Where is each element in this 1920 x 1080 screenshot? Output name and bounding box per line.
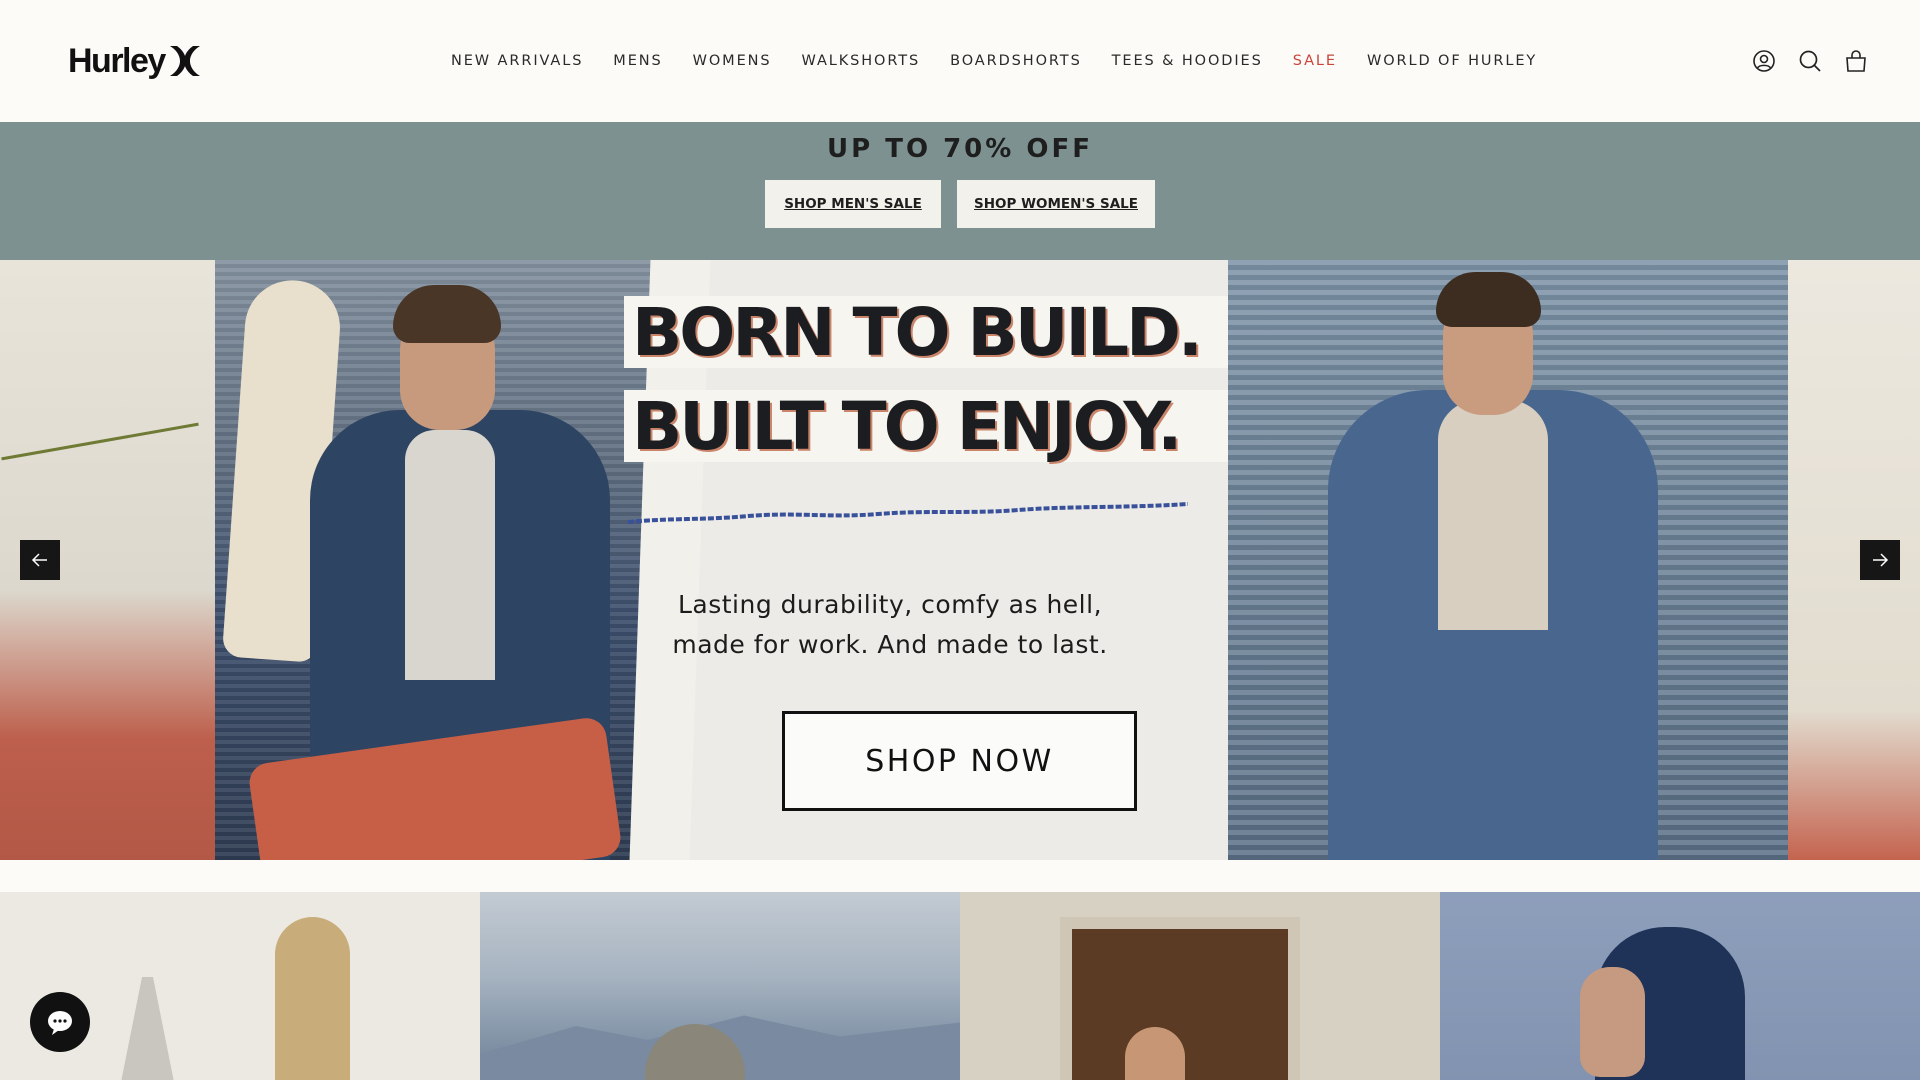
cart-icon[interactable] bbox=[1844, 49, 1868, 73]
promo-buttons: SHOP MEN'S SALE SHOP WOMEN'S SALE bbox=[0, 180, 1920, 228]
hero-photo-man-by-shutter bbox=[1228, 260, 1788, 860]
hero-headline-1: BORN TO BUILD. bbox=[624, 296, 1294, 368]
hero-copy-line-2: made for work. And made to last. bbox=[672, 630, 1108, 659]
account-icon[interactable] bbox=[1752, 49, 1776, 73]
shop-now-button[interactable]: SHOP NOW bbox=[782, 711, 1137, 811]
carousel-next-button[interactable] bbox=[1860, 540, 1900, 580]
nav-item-mens[interactable]: MENS bbox=[613, 49, 662, 73]
nav-item-boardshorts[interactable]: BOARDSHORTS bbox=[950, 49, 1082, 73]
arrow-left-icon bbox=[31, 553, 47, 567]
category-tile-doorway[interactable] bbox=[960, 892, 1440, 1080]
search-icon[interactable] bbox=[1798, 49, 1822, 73]
nav-item-new-arrivals[interactable]: NEW ARRIVALS bbox=[451, 49, 583, 73]
header-actions bbox=[1752, 49, 1868, 73]
nav-item-womens[interactable]: WOMENS bbox=[693, 49, 772, 73]
site-header: Hurley NEW ARRIVALS MENS WOMENS WALKSHOR… bbox=[0, 0, 1920, 122]
shop-mens-sale-button[interactable]: SHOP MEN'S SALE bbox=[765, 180, 941, 228]
shop-womens-sale-button[interactable]: SHOP WOMEN'S SALE bbox=[957, 180, 1155, 228]
nav-item-world-of-hurley[interactable]: WORLD OF HURLEY bbox=[1367, 49, 1537, 73]
main-nav: NEW ARRIVALS MENS WOMENS WALKSHORTS BOAR… bbox=[451, 49, 1567, 73]
hero-carousel: BORN TO BUILD. BUILT TO ENJOY. Lasting d… bbox=[0, 260, 1920, 860]
arrow-right-icon bbox=[1873, 553, 1889, 567]
carousel-prev-button[interactable] bbox=[20, 540, 60, 580]
scribble-decoration bbox=[628, 502, 1188, 524]
hero-photo-man-with-surfboard bbox=[215, 260, 680, 860]
hero-headline-2: BUILT TO ENJOY. bbox=[624, 390, 1294, 462]
chat-bubble-icon bbox=[48, 1011, 72, 1035]
category-tiles bbox=[0, 892, 1920, 1080]
nav-item-sale[interactable]: SALE bbox=[1293, 49, 1337, 73]
chat-launcher-button[interactable] bbox=[30, 992, 90, 1052]
promo-title: UP TO 70% OFF bbox=[826, 134, 1094, 164]
hero-content: BORN TO BUILD. BUILT TO ENJOY. Lasting d… bbox=[624, 260, 1294, 860]
nav-item-tees-hoodies[interactable]: TEES & HOODIES bbox=[1112, 49, 1263, 73]
hurley-mark-icon bbox=[169, 46, 200, 76]
hero-right-collage bbox=[1788, 260, 1920, 860]
nav-item-walkshorts[interactable]: WALKSHORTS bbox=[802, 49, 921, 73]
brand-logo-wordmark: Hurley bbox=[68, 42, 166, 80]
category-tile-surfboards[interactable] bbox=[0, 892, 480, 1080]
hero-copy-line-1: Lasting durability, comfy as hell, bbox=[677, 590, 1103, 619]
category-tile-mountain[interactable] bbox=[480, 892, 960, 1080]
hero-copy: Lasting durability, comfy as hell, made … bbox=[660, 585, 1120, 665]
category-tile-hoodie[interactable] bbox=[1440, 892, 1920, 1080]
brand-logo[interactable]: Hurley bbox=[68, 42, 202, 80]
sale-promo-banner: UP TO 70% OFF SHOP MEN'S SALE SHOP WOMEN… bbox=[0, 122, 1920, 260]
